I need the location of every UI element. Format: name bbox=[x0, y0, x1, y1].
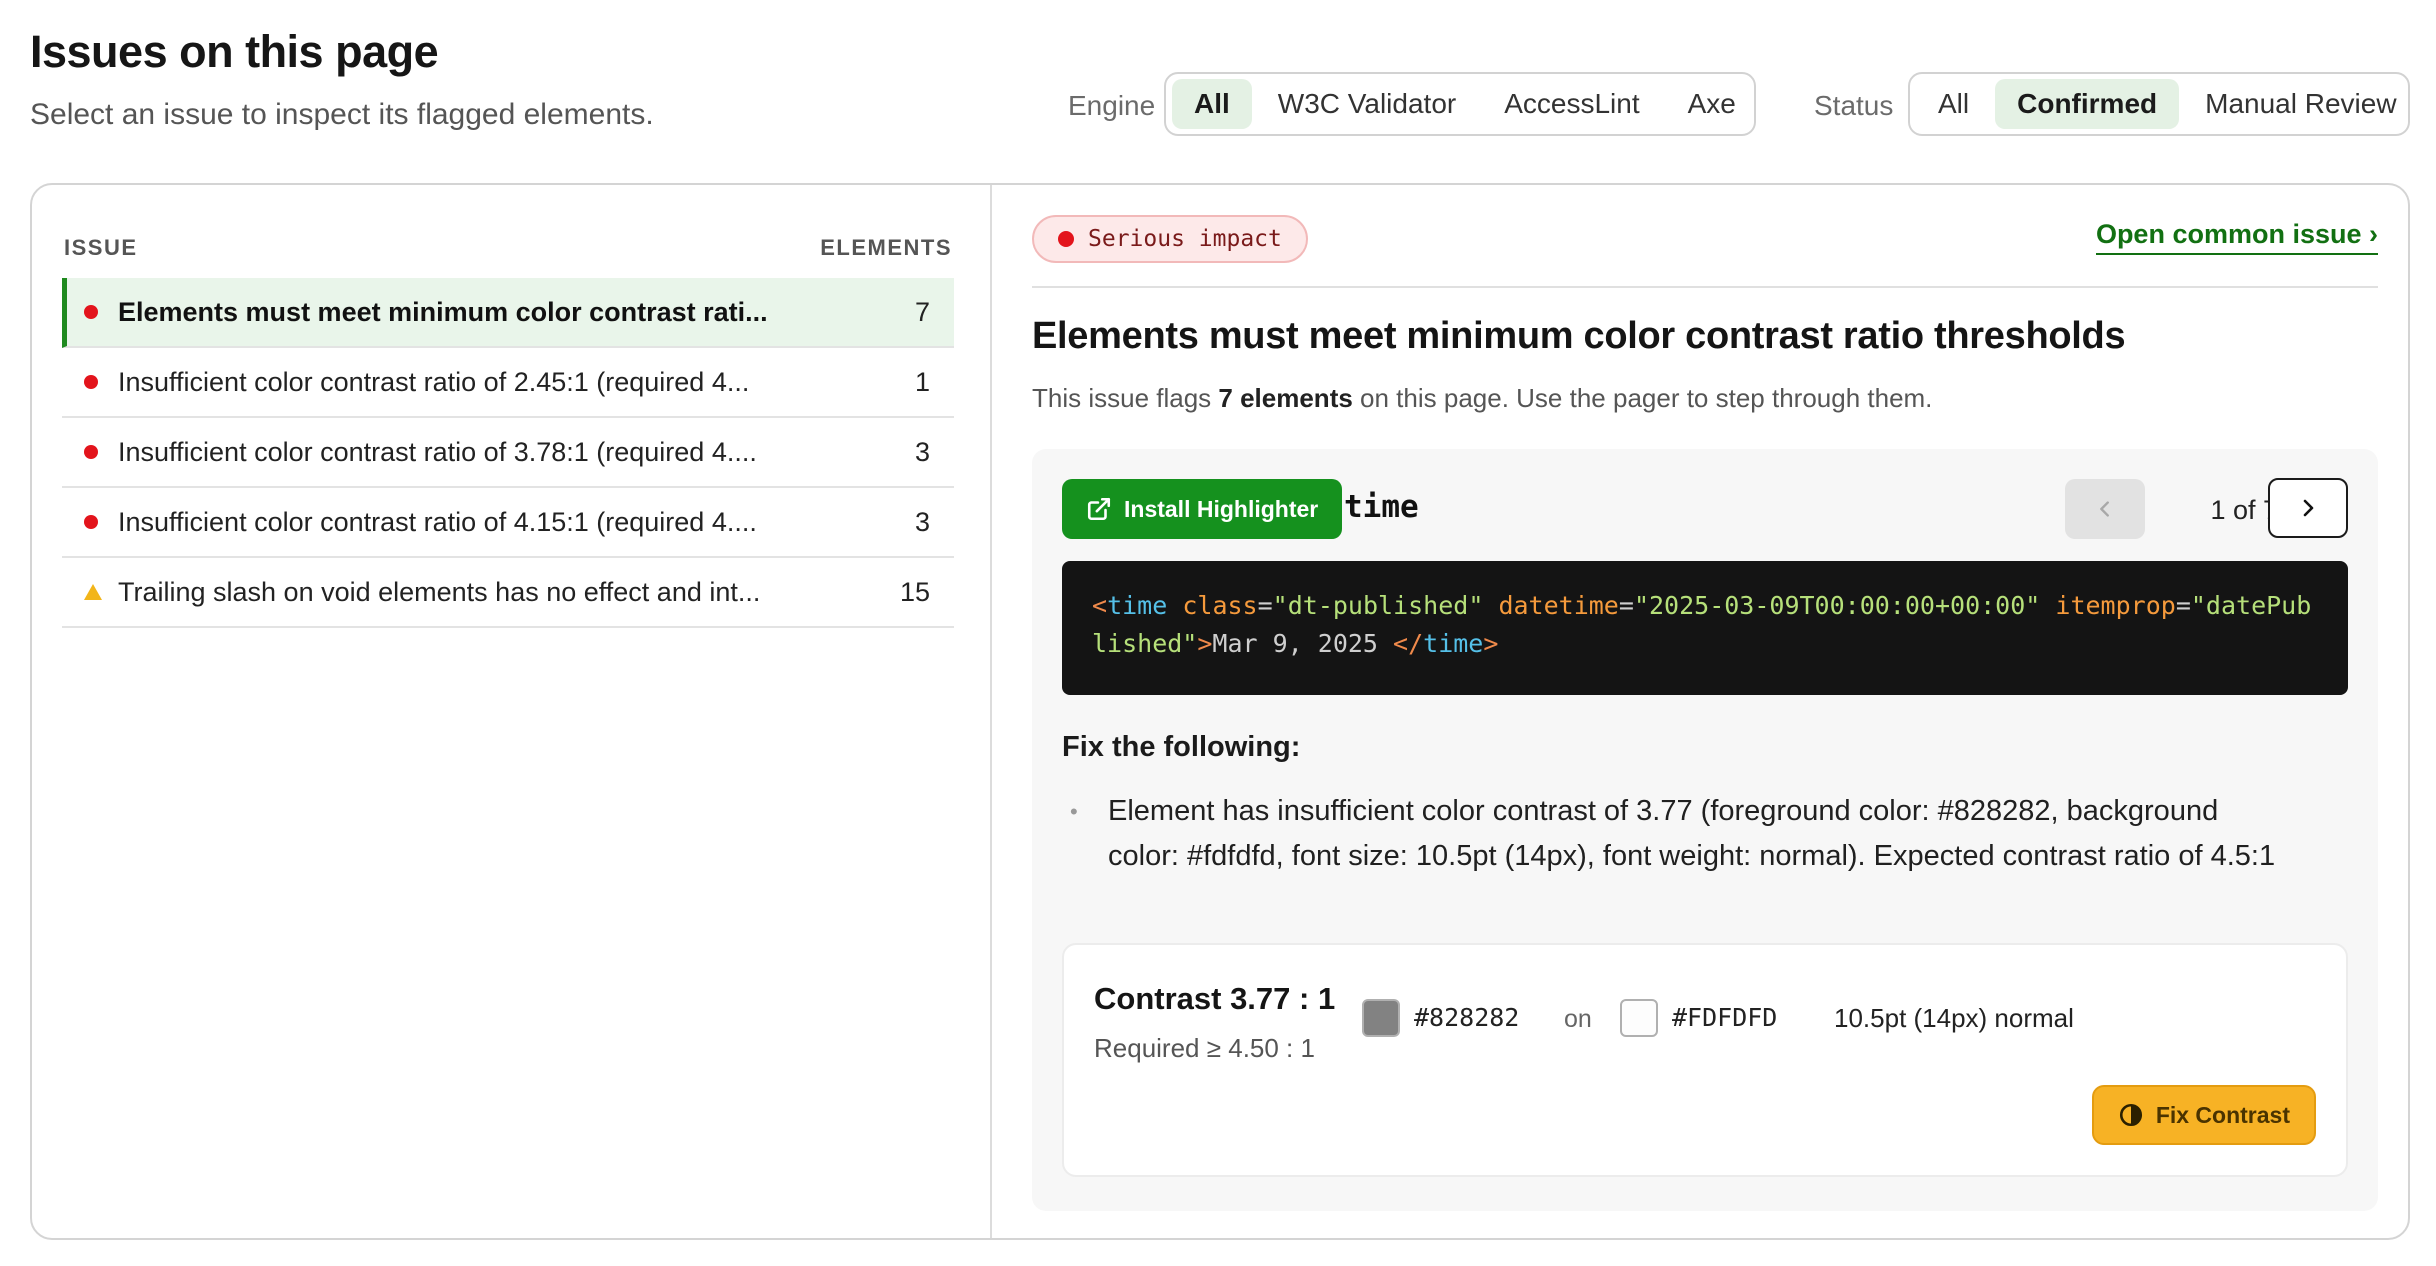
issues-panel: ISSUE ELEMENTS Elements must meet minimu… bbox=[30, 183, 2410, 1240]
engine-option-w3c-validator[interactable]: W3C Validator bbox=[1256, 79, 1478, 129]
code-token: time bbox=[1107, 591, 1168, 620]
engine-option-axe[interactable]: Axe bbox=[1666, 79, 1758, 129]
element-detail-card: Install Highlighter time 1 of 7 <time cl… bbox=[1032, 449, 2378, 1211]
issue-row[interactable]: Insufficient color contrast ratio of 4.1… bbox=[62, 488, 954, 558]
code-token: time bbox=[1423, 629, 1484, 658]
status-option-confirmed[interactable]: Confirmed bbox=[1995, 79, 2180, 129]
serious-dot-icon bbox=[84, 375, 98, 389]
issue-row[interactable]: Insufficient color contrast ratio of 2.4… bbox=[62, 348, 954, 418]
engine-filter-label: Engine bbox=[1068, 90, 1156, 121]
issue-row[interactable]: Elements must meet minimum color contras… bbox=[62, 278, 954, 348]
code-token: > bbox=[1197, 629, 1213, 658]
impact-badge: Serious impact bbox=[1032, 215, 1308, 263]
code-token: itemprop bbox=[2055, 591, 2176, 620]
issue-row[interactable]: Insufficient color contrast ratio of 3.7… bbox=[62, 418, 954, 488]
issue-description: This issue flags 7 elements on this page… bbox=[1032, 383, 1932, 414]
issue-list-header: ISSUE ELEMENTS bbox=[64, 235, 952, 261]
contrast-ratio: Contrast 3.77 : 1 bbox=[1094, 981, 1336, 1016]
contrast-on-label: on bbox=[1564, 1005, 1592, 1033]
issue-row-count: 15 bbox=[899, 576, 930, 607]
page-header: Issues on this page Select an issue to i… bbox=[0, 0, 2436, 170]
fix-contrast-label: Fix Contrast bbox=[2155, 1101, 2290, 1128]
fix-contrast-button[interactable]: Fix Contrast bbox=[2091, 1085, 2316, 1145]
element-code-snippet: <time class="dt-published" datetime="202… bbox=[1062, 561, 2348, 695]
code-token: < bbox=[1092, 591, 1108, 620]
engine-option-accesslint[interactable]: AccessLint bbox=[1482, 79, 1661, 129]
contrast-required: Required ≥ 4.50 : 1 bbox=[1094, 1033, 1315, 1063]
external-link-icon bbox=[1087, 497, 1111, 521]
impact-label: Serious impact bbox=[1088, 226, 1282, 252]
issue-description-count: 7 elements bbox=[1218, 383, 1353, 413]
code-token: datetime bbox=[1498, 591, 1619, 620]
issue-row-count: 3 bbox=[914, 436, 930, 467]
issue-row-label: Insufficient color contrast ratio of 3.7… bbox=[118, 436, 757, 467]
fix-heading: Fix the following: bbox=[1062, 731, 1301, 763]
foreground-color-swatch bbox=[1362, 999, 1400, 1037]
issue-list-pane: ISSUE ELEMENTS Elements must meet minimu… bbox=[32, 185, 992, 1238]
serious-dot-icon bbox=[84, 445, 98, 459]
divider bbox=[1032, 286, 2378, 288]
issue-row-label: Elements must meet minimum color contras… bbox=[118, 296, 768, 327]
foreground-color-label: #828282 bbox=[1414, 1003, 1520, 1032]
pager-next-button[interactable] bbox=[2268, 478, 2348, 538]
issue-detail-pane: Serious impact Open common issue › Eleme… bbox=[994, 185, 2408, 1238]
status-filter: All Confirmed Manual Review bbox=[1908, 72, 2410, 136]
background-color-label: #FDFDFD bbox=[1672, 1003, 1778, 1032]
issue-row-count: 1 bbox=[914, 366, 930, 397]
issue-title: Elements must meet minimum color contras… bbox=[1032, 315, 2126, 357]
serious-dot-icon bbox=[84, 515, 98, 529]
column-issue: ISSUE bbox=[64, 235, 138, 260]
page-subtitle: Select an issue to inspect its flagged e… bbox=[30, 98, 654, 131]
issue-row[interactable]: Trailing slash on void elements has no e… bbox=[62, 558, 954, 628]
fix-list-item: Element has insufficient color contrast … bbox=[1070, 789, 2290, 879]
code-token: Mar 9, 2025 bbox=[1212, 629, 1394, 658]
warning-triangle-icon bbox=[84, 584, 102, 600]
open-common-issue-link[interactable]: Open common issue › bbox=[2095, 219, 2378, 255]
font-info: 10.5pt (14px) normal bbox=[1834, 1003, 2074, 1033]
install-highlighter-button[interactable]: Install Highlighter bbox=[1062, 479, 1343, 539]
status-option-manual-review[interactable]: Manual Review bbox=[2183, 79, 2418, 129]
serious-dot-icon bbox=[84, 305, 98, 319]
status-filter-label: Status bbox=[1814, 90, 1894, 121]
issue-description-suffix: on this page. Use the pager to step thro… bbox=[1352, 383, 1933, 413]
background-color-swatch bbox=[1620, 999, 1658, 1037]
pager-previous-button[interactable] bbox=[2065, 479, 2145, 539]
column-elements: ELEMENTS bbox=[820, 235, 952, 260]
engine-filter: All W3C Validator AccessLint Axe bbox=[1164, 72, 1756, 136]
chevron-left-icon bbox=[2100, 501, 2109, 517]
page-title: Issues on this page bbox=[30, 26, 439, 77]
code-token: "dt-published" bbox=[1272, 591, 1484, 620]
code-token: "2025-03-09T00:00:00+00:00" bbox=[1633, 591, 2041, 620]
status-option-all[interactable]: All bbox=[1916, 79, 1991, 129]
chevron-right-icon bbox=[2303, 499, 2314, 517]
contrast-card: Contrast 3.77 : 1 Required ≥ 4.50 : 1 #8… bbox=[1062, 943, 2348, 1177]
install-highlighter-label: Install Highlighter bbox=[1124, 495, 1319, 522]
contrast-half-circle-icon bbox=[2119, 1103, 2142, 1127]
engine-option-all[interactable]: All bbox=[1172, 79, 1252, 129]
code-token: > bbox=[1483, 629, 1499, 658]
issue-list: Elements must meet minimum color contras… bbox=[62, 278, 954, 628]
issue-row-label: Insufficient color contrast ratio of 4.1… bbox=[118, 506, 757, 537]
serious-dot-icon bbox=[1058, 231, 1074, 247]
code-token: class bbox=[1182, 591, 1258, 620]
issue-row-count: 7 bbox=[914, 296, 930, 327]
issue-row-label: Trailing slash on void elements has no e… bbox=[118, 576, 761, 607]
issue-row-count: 3 bbox=[914, 506, 930, 537]
issue-description-prefix: This issue flags bbox=[1032, 383, 1219, 413]
element-tag-name: time bbox=[1344, 489, 1419, 525]
code-token: </ bbox=[1393, 629, 1424, 658]
issue-row-label: Insufficient color contrast ratio of 2.4… bbox=[118, 366, 750, 397]
